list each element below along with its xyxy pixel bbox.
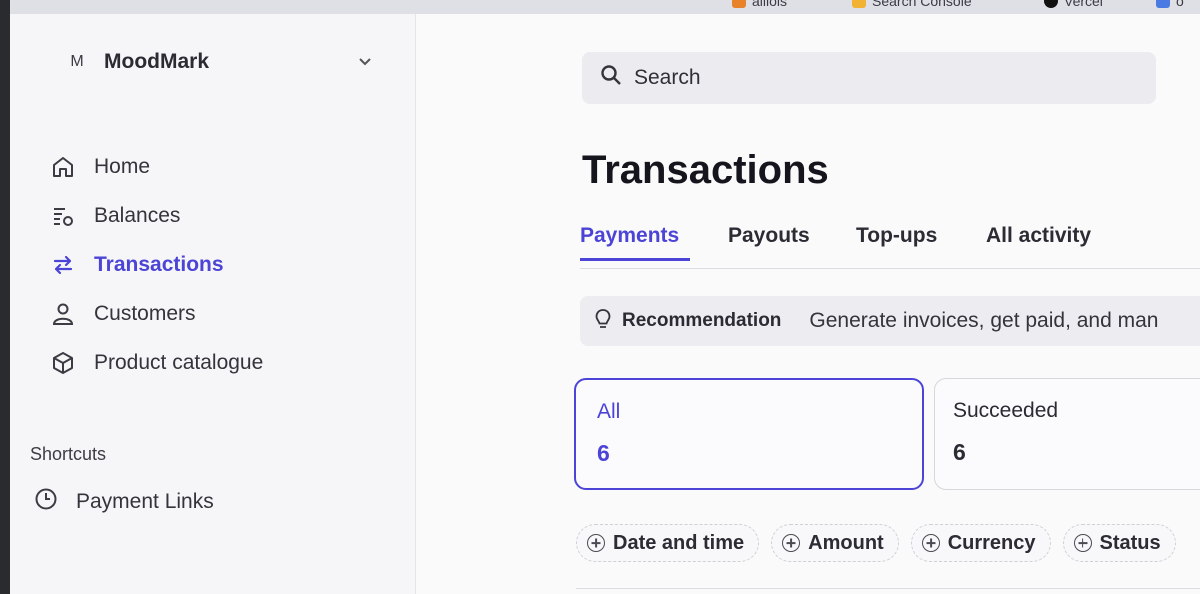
balances-icon <box>50 203 76 229</box>
recommendation-text: Generate invoices, get paid, and man <box>809 309 1159 332</box>
home-icon <box>50 154 76 180</box>
main-content: Search Transactions Payments Payouts Top… <box>416 14 1200 594</box>
lightbulb-icon <box>594 308 612 335</box>
page-title: Transactions <box>582 148 829 192</box>
search-input[interactable]: Search <box>582 52 1156 104</box>
shortcuts-heading: Shortcuts <box>30 444 107 464</box>
browser-bookmarks-bar: alliols Search Console Vercel o <box>0 0 1200 14</box>
tab-payouts[interactable]: Payouts <box>728 224 810 248</box>
status-card-count: 6 <box>597 440 610 466</box>
sidebar-item-label: Transactions <box>94 252 224 276</box>
bookmark-vercel[interactable]: Vercel <box>1044 0 1103 9</box>
tab-all-activity[interactable]: All activity <box>986 224 1091 248</box>
filter-amount[interactable]: Amount <box>771 524 899 562</box>
transactions-icon <box>50 252 76 278</box>
bookmark-search-console[interactable]: Search Console <box>852 0 972 9</box>
sidebar-item-product-catalogue[interactable]: Product catalogue <box>50 338 263 387</box>
status-card-succeeded[interactable]: Succeeded 6 <box>934 378 1200 490</box>
account-name: MoodMark <box>104 50 209 73</box>
plus-circle-icon <box>1073 534 1092 552</box>
status-card-all[interactable]: All 6 <box>574 378 924 490</box>
sidebar-nav: Home Balances Transactions Customers Pro… <box>50 142 263 387</box>
active-tab-indicator <box>580 258 690 261</box>
shortcut-payment-links[interactable]: Payment Links <box>34 487 214 517</box>
tab-payments[interactable]: Payments <box>580 224 679 248</box>
clock-icon <box>34 487 58 517</box>
avatar: M <box>70 53 84 70</box>
vercel-triangle-icon <box>1044 0 1058 8</box>
sidebar-item-label: Home <box>94 154 151 178</box>
divider <box>576 588 1200 589</box>
cube-icon <box>50 350 76 376</box>
sidebar-item-balances[interactable]: Balances <box>50 191 263 240</box>
sidebar-item-label: Customers <box>94 301 196 325</box>
plus-circle-icon <box>587 534 605 552</box>
recommendation-label: Recommendation <box>622 310 782 331</box>
tab-top-ups[interactable]: Top-ups <box>856 224 937 248</box>
tab-bar: Payments Payouts Top-ups All activity <box>580 220 1200 269</box>
sidebar-item-label: Balances <box>94 203 181 227</box>
favicon-orange-icon <box>732 0 746 8</box>
sidebar-item-home[interactable]: Home <box>50 142 263 191</box>
sidebar-item-transactions[interactable]: Transactions <box>50 240 263 289</box>
search-console-icon <box>852 0 866 8</box>
docs-icon <box>1156 0 1170 8</box>
bookmark-docs[interactable]: o <box>1156 0 1184 9</box>
search-icon <box>600 64 622 92</box>
search-placeholder: Search <box>634 66 701 89</box>
filter-status[interactable]: Status <box>1062 524 1176 562</box>
plus-circle-icon <box>921 534 940 552</box>
shortcut-label: Payment Links <box>76 490 214 513</box>
recommendation-banner[interactable]: Recommendation Generate invoices, get pa… <box>580 296 1200 346</box>
status-card-label: Succeeded <box>953 399 1059 422</box>
sidebar: M MoodMark Home Balances Transactions Cu… <box>10 14 416 594</box>
sidebar-item-label: Product catalogue <box>94 350 264 374</box>
screen-bezel <box>0 0 10 594</box>
filter-currency[interactable]: Currency <box>910 524 1051 562</box>
filter-date-and-time[interactable]: Date and time <box>576 524 760 562</box>
sidebar-item-customers[interactable]: Customers <box>50 289 263 338</box>
bookmark-1[interactable]: alliols <box>732 0 787 9</box>
status-card-count: 6 <box>953 439 966 465</box>
plus-circle-icon <box>782 534 801 552</box>
chevron-down-icon[interactable] <box>358 54 372 70</box>
status-card-label: All <box>597 400 621 423</box>
account-switcher[interactable]: M MoodMark <box>68 50 209 74</box>
user-icon <box>50 301 76 327</box>
filter-bar: Date and time Amount Currency Status <box>576 524 1176 562</box>
